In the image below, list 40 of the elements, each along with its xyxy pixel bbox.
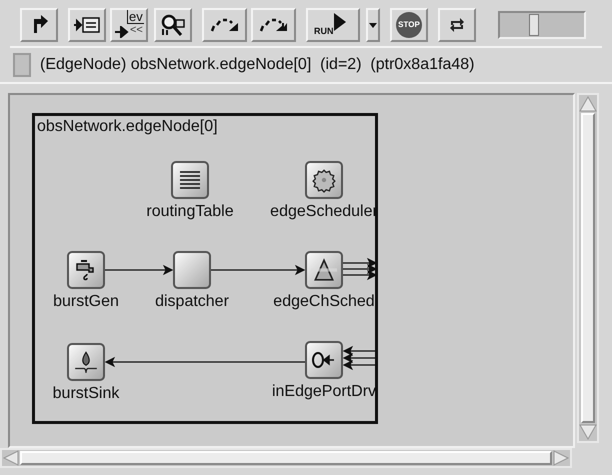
node-label: burstGen <box>53 294 119 310</box>
run-mode-dropdown[interactable] <box>366 8 380 42</box>
refresh-button[interactable] <box>438 8 476 42</box>
node-label: routingTable <box>146 204 234 220</box>
module-node-icon[interactable] <box>173 251 211 289</box>
play-icon <box>332 13 346 31</box>
prism-node-icon[interactable] <box>305 251 343 289</box>
log-button[interactable] <box>68 8 106 42</box>
fast-step-icon <box>258 17 288 33</box>
up-button[interactable] <box>20 8 58 42</box>
input-connections-drawing <box>342 346 376 370</box>
arrow-icon <box>115 26 129 38</box>
log-window-icon <box>73 16 101 34</box>
event-log-button[interactable]: ev << <box>110 8 148 42</box>
step-button[interactable] <box>202 8 247 42</box>
connection-arrow <box>105 264 174 276</box>
step-icon <box>210 17 240 33</box>
output-connections-drawing <box>343 258 378 280</box>
caret-icon <box>369 22 377 28</box>
source-node-icon[interactable] <box>67 251 105 289</box>
sink-node-icon[interactable] <box>67 343 105 381</box>
stop-button[interactable]: STOP <box>390 8 428 42</box>
module-title: obsNetwork.edgeNode[0] <box>37 119 218 135</box>
fast-step-button[interactable] <box>251 8 296 42</box>
magnifier-icon <box>160 13 186 37</box>
node-label: edgeScheduler <box>270 204 378 220</box>
node-label: edgeChSched <box>273 294 375 310</box>
object-info: (EdgeNode) obsNetwork.edgeNode[0] (id=2) (ptr0x8a1fa48) <box>40 55 474 75</box>
node-label: burstSink <box>52 386 120 402</box>
inspect-button[interactable] <box>154 8 192 42</box>
run-button[interactable]: RUN <box>306 8 360 42</box>
port-node-icon[interactable] <box>305 341 343 379</box>
table-node-icon[interactable] <box>171 161 209 199</box>
node-label: inEdgePortDrv <box>272 384 376 400</box>
speed-slider[interactable] <box>498 11 586 39</box>
gear-node-icon[interactable] <box>305 161 343 199</box>
node-label: dispatcher <box>155 294 229 310</box>
refresh-icon <box>448 16 466 34</box>
slider-thumb[interactable] <box>528 14 539 36</box>
status-square <box>13 53 31 77</box>
